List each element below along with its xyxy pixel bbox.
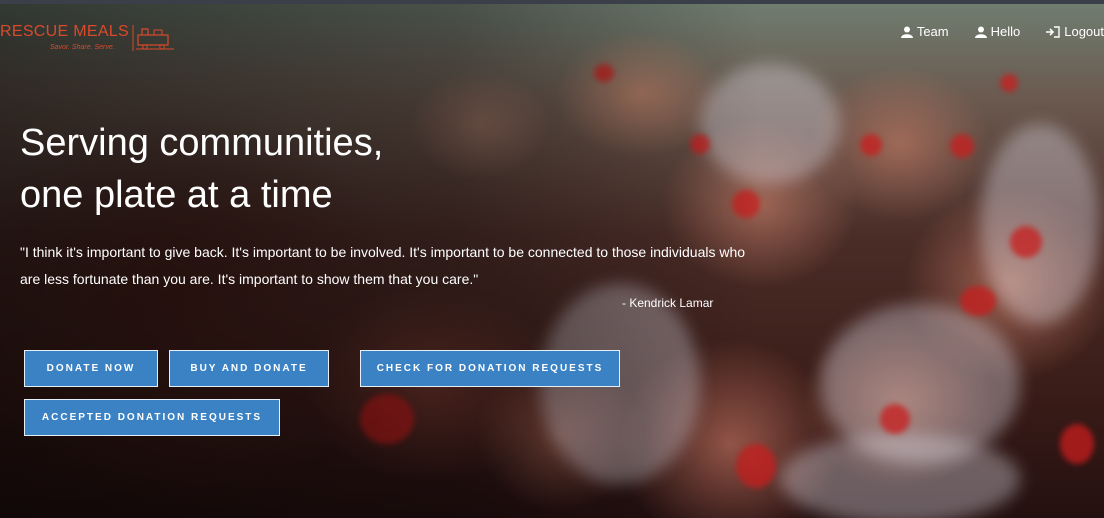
check-donation-requests-button[interactable]: CHECK FOR DONATION REQUESTS: [360, 350, 620, 387]
hero-headline: Serving communities, one plate at a time: [20, 117, 383, 221]
user-icon: [974, 26, 987, 38]
buy-and-donate-button[interactable]: BUY AND DONATE: [169, 350, 329, 387]
food-truck-icon: [132, 25, 174, 51]
accepted-donation-requests-button[interactable]: ACCEPTED DONATION REQUESTS: [24, 399, 280, 436]
nav-logout-label: Logout: [1064, 24, 1104, 39]
hero-section: RESCUE MEALS Savor. Share. Serve. Team H…: [0, 0, 1104, 518]
user-icon: [900, 26, 913, 38]
brand-tagline: Savor. Share. Serve.: [50, 44, 115, 51]
hero-quote: "I think it's important to give back. It…: [20, 244, 746, 287]
logout-icon: [1046, 25, 1060, 38]
nav-hello-link[interactable]: Hello: [974, 24, 1021, 39]
nav-team-link[interactable]: Team: [900, 24, 949, 39]
nav-team-label: Team: [916, 24, 949, 39]
top-nav: Team Hello Logout: [875, 24, 1104, 39]
brand-logo[interactable]: RESCUE MEALS Savor. Share. Serve.: [0, 23, 174, 51]
headline-line-1: Serving communities,: [20, 122, 384, 164]
headline-line-2: one plate at a time: [20, 174, 333, 216]
nav-logout-link[interactable]: Logout: [1046, 24, 1104, 39]
donate-now-button[interactable]: DONATE NOW: [24, 350, 158, 387]
nav-hello-label: Hello: [990, 24, 1021, 39]
brand-name: RESCUE MEALS: [0, 23, 129, 40]
quote-attribution: - Kendrick Lamar: [622, 296, 714, 310]
